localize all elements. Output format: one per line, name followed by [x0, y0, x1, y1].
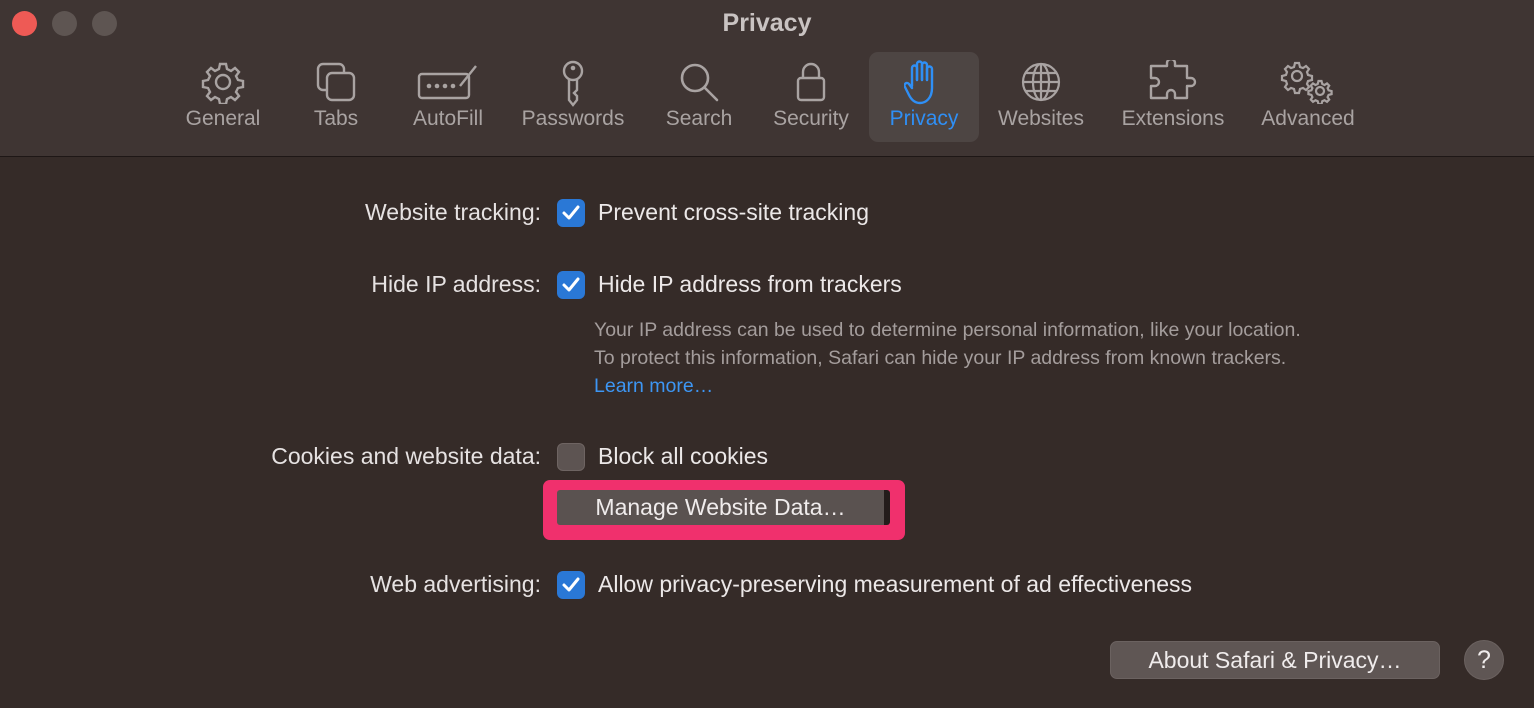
tab-advanced[interactable]: Advanced — [1250, 52, 1366, 142]
tab-label: Privacy — [889, 107, 959, 130]
tab-label: Extensions — [1121, 107, 1225, 130]
help-button[interactable]: ? — [1464, 640, 1504, 680]
ad-measurement-label[interactable]: Allow privacy-preserving measurement of … — [598, 571, 1192, 598]
tab-tabs[interactable]: Tabs — [296, 52, 376, 142]
block-cookies-label[interactable]: Block all cookies — [598, 443, 768, 470]
tab-label: Tabs — [313, 107, 359, 130]
learn-more-link[interactable]: Learn more… — [594, 375, 713, 397]
ad-measurement-checkbox[interactable] — [557, 571, 585, 599]
tab-websites[interactable]: Websites — [988, 52, 1094, 142]
tab-label: General — [185, 107, 261, 130]
checkmark-icon — [562, 205, 580, 220]
tab-privacy[interactable]: Privacy — [869, 52, 979, 142]
tab-label: Passwords — [521, 107, 625, 130]
cookies-label: Cookies and website data: — [271, 443, 541, 469]
tab-search[interactable]: Search — [656, 52, 742, 142]
hide-ip-option-label[interactable]: Hide IP address from trackers — [598, 271, 902, 298]
hide-ip-label: Hide IP address: — [371, 271, 541, 297]
tab-security[interactable]: Security — [763, 52, 859, 142]
manage-website-data-button[interactable]: Manage Website Data… — [557, 490, 890, 525]
gears-icon — [1280, 61, 1333, 104]
tab-general[interactable]: General — [173, 52, 273, 142]
tab-label: Websites — [998, 107, 1084, 130]
key-icon — [562, 60, 584, 107]
hand-icon — [904, 60, 934, 105]
lock-icon — [796, 62, 826, 102]
tab-extensions[interactable]: Extensions — [1108, 52, 1238, 142]
puzzle-icon — [1149, 60, 1197, 100]
hide-ip-description-text: Your IP address can be used to determine… — [594, 319, 1301, 369]
checkmark-icon — [562, 577, 580, 592]
tab-label: Advanced — [1261, 107, 1355, 130]
about-safari-privacy-button[interactable]: About Safari & Privacy… — [1110, 641, 1440, 679]
website-tracking-label: Website tracking: — [365, 199, 541, 225]
search-icon — [680, 63, 719, 102]
hide-ip-checkbox[interactable] — [557, 271, 585, 299]
tab-label: Search — [665, 107, 733, 130]
window-title: Privacy — [722, 9, 812, 37]
block-cookies-checkbox[interactable] — [557, 443, 585, 471]
globe-icon — [1021, 62, 1061, 102]
tab-passwords[interactable]: Passwords — [512, 52, 634, 142]
tab-label: Security — [773, 107, 849, 130]
toolbar: Privacy General Tabs AutoFill Passwords … — [0, 0, 1534, 157]
checkmark-icon — [562, 277, 580, 292]
tabs-icon — [316, 62, 356, 102]
web-advertising-label: Web advertising: — [370, 571, 541, 597]
prevent-tracking-label[interactable]: Prevent cross-site tracking — [598, 199, 869, 226]
tab-label: AutoFill — [412, 107, 484, 130]
autofill-icon — [417, 65, 477, 100]
gear-icon — [201, 62, 245, 104]
tab-autofill[interactable]: AutoFill — [403, 52, 493, 142]
hide-ip-description: Your IP address can be used to determine… — [594, 316, 1324, 400]
prevent-tracking-checkbox[interactable] — [557, 199, 585, 227]
preferences-window: Privacy General Tabs AutoFill Passwords … — [0, 0, 1534, 708]
